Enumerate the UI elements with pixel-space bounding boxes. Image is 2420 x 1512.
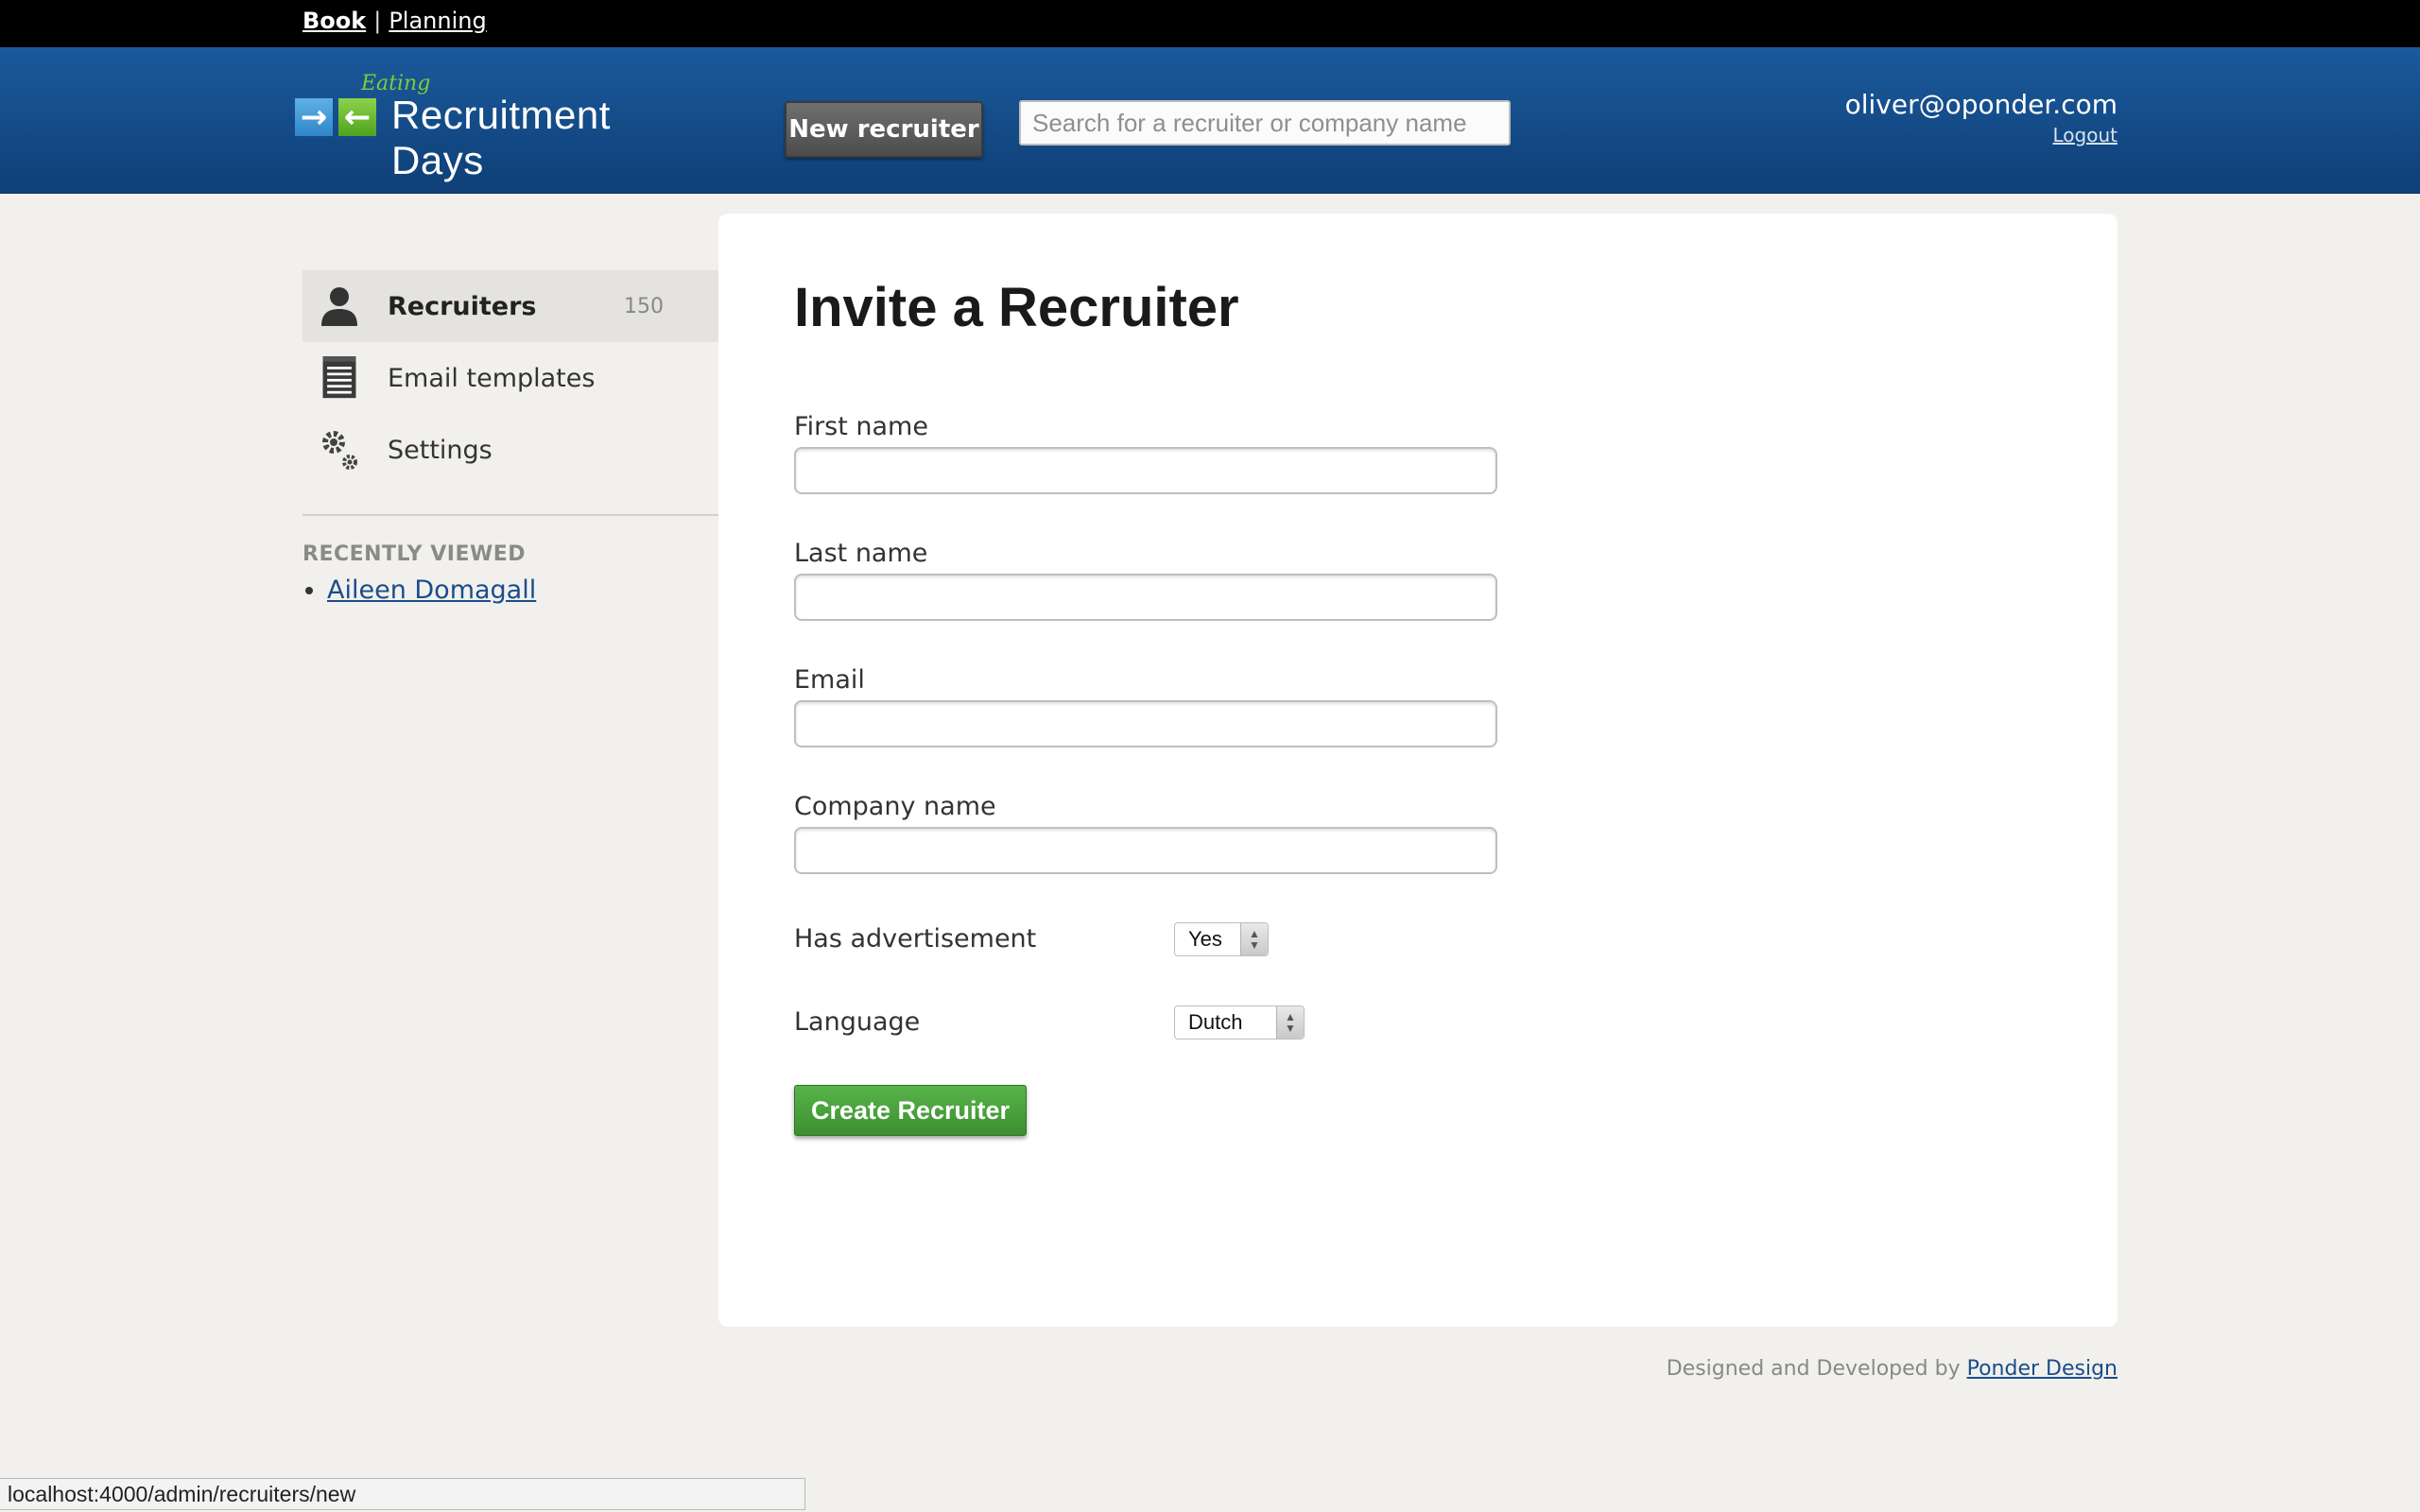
has-advertisement-label: Has advertisement — [794, 924, 1037, 954]
search-input[interactable] — [1019, 100, 1511, 146]
sidebar-item-label: Settings — [388, 435, 493, 465]
user-info: oliver@oponder.com Logout — [1845, 89, 2118, 146]
recruiters-count: 150 — [624, 294, 664, 318]
page-title: Invite a Recruiter — [794, 277, 1239, 338]
logo-name: Recruitment Days — [391, 93, 611, 182]
person-icon — [321, 287, 357, 326]
user-email: oliver@oponder.com — [1844, 89, 2118, 120]
sidebar-item-recruiters[interactable]: Recruiters 150 — [302, 270, 718, 342]
last-name-field: Last name — [794, 539, 1497, 621]
gears-icon — [322, 431, 357, 470]
last-name-label: Last name — [794, 539, 928, 568]
company-name-input[interactable] — [794, 827, 1497, 874]
email-field: Email — [794, 665, 1497, 747]
has-advertisement-value: Yes — [1188, 927, 1222, 951]
language-row: Language Dutch ▲ ▼ — [794, 1005, 1361, 1043]
select-arrows-icon: ▲ ▼ — [1240, 923, 1268, 955]
email-input[interactable] — [794, 700, 1497, 747]
top-links: Book | Planning — [302, 8, 487, 34]
select-arrows-icon: ▲ ▼ — [1276, 1006, 1304, 1039]
first-name-field: First name — [794, 412, 1497, 494]
arrow-right-icon: → — [295, 98, 333, 136]
status-bar-url: localhost:4000/admin/recruiters/new — [0, 1478, 805, 1510]
first-name-label: First name — [794, 412, 928, 441]
sidebar-item-label: Recruiters — [388, 291, 537, 321]
top-bar: Book | Planning — [0, 0, 2420, 47]
ponder-design-link[interactable]: Ponder Design — [1967, 1357, 2118, 1381]
has-advertisement-row: Has advertisement Yes ▲ ▼ — [794, 922, 1361, 960]
footer: Designed and Developed by Ponder Design — [1667, 1357, 2118, 1381]
recently-viewed-list: Aileen Domagall — [302, 576, 718, 605]
has-advertisement-select[interactable]: Yes ▲ ▼ — [1174, 922, 1269, 956]
book-link[interactable]: Book — [302, 8, 366, 34]
language-value: Dutch — [1188, 1010, 1243, 1034]
language-label: Language — [794, 1007, 921, 1037]
top-links-separator: | — [373, 8, 382, 34]
logo[interactable]: → ← Eating Recruitment Days — [295, 72, 701, 182]
email-label: Email — [794, 665, 865, 695]
company-name-label: Company name — [794, 792, 996, 821]
recently-viewed-heading: RECENTLY VIEWED — [302, 542, 527, 566]
list-item: Aileen Domagall — [327, 576, 718, 605]
arrow-left-icon: ← — [338, 98, 376, 136]
sidebar-item-label: Email templates — [388, 363, 596, 393]
first-name-input[interactable] — [794, 447, 1497, 494]
sidebar-item-email-templates[interactable]: Email templates — [302, 342, 718, 414]
company-name-field: Company name — [794, 792, 1497, 874]
header: → ← Eating Recruitment Days New recruite… — [0, 47, 2420, 194]
create-recruiter-button[interactable]: Create Recruiter — [794, 1085, 1027, 1136]
planning-link[interactable]: Planning — [389, 8, 486, 34]
sidebar-divider — [302, 514, 718, 516]
last-name-input[interactable] — [794, 574, 1497, 621]
language-select[interactable]: Dutch ▲ ▼ — [1174, 1005, 1305, 1040]
notepad-icon — [322, 356, 356, 399]
logout-link[interactable]: Logout — [1845, 124, 2118, 146]
main-panel: Invite a Recruiter First name Last name … — [718, 214, 2118, 1327]
recent-recruiter-link[interactable]: Aileen Domagall — [327, 576, 536, 605]
sidebar-item-settings[interactable]: Settings — [302, 414, 718, 486]
new-recruiter-button[interactable]: New recruiter — [785, 101, 983, 158]
sidebar: Recruiters 150 Email templates Settings … — [302, 270, 718, 605]
footer-text: Designed and Developed by — [1666, 1357, 1961, 1381]
